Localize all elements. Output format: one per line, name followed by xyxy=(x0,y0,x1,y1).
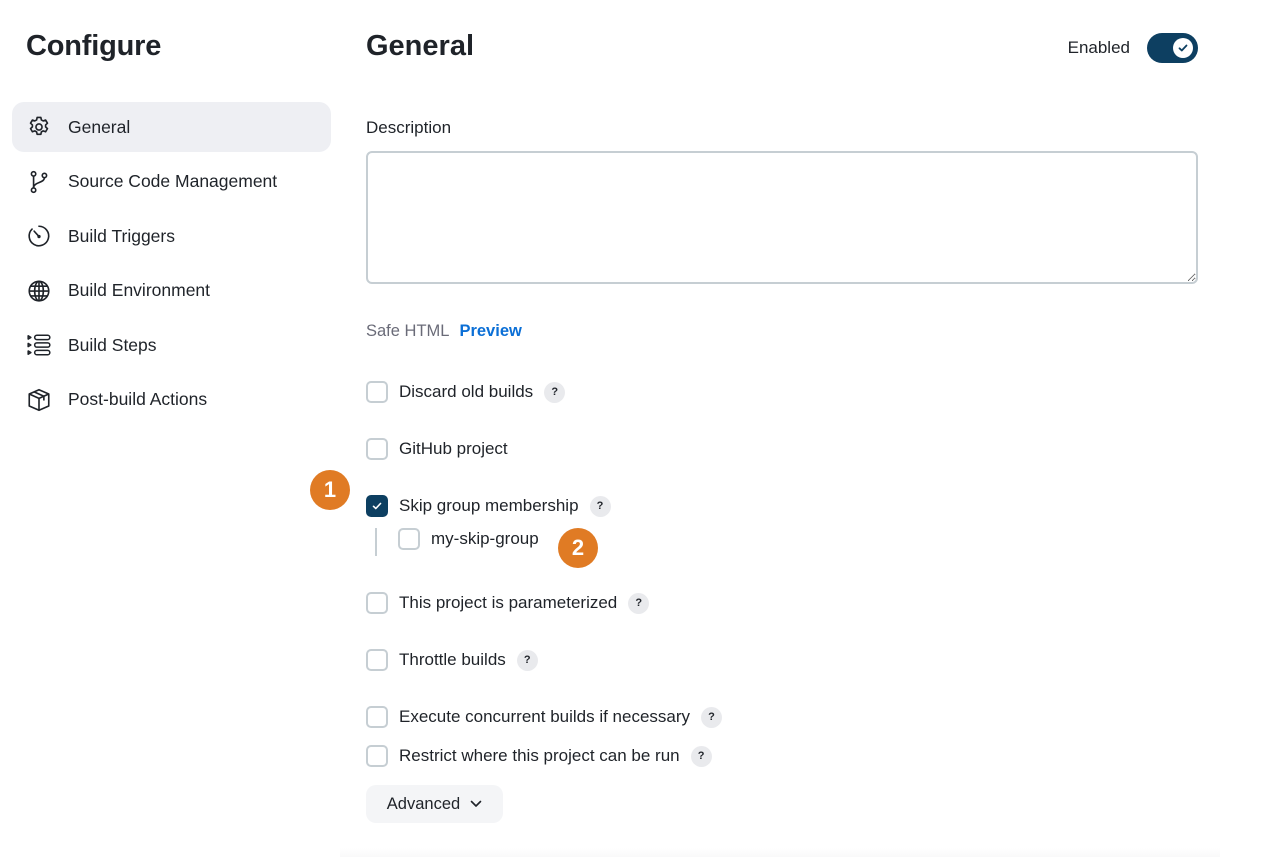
enabled-control: Enabled xyxy=(1068,33,1198,63)
globe-icon xyxy=(26,278,52,304)
skip-group-membership-checkbox[interactable] xyxy=(366,495,388,517)
option-concurrent-builds: Execute concurrent builds if necessary ? xyxy=(366,705,723,729)
list-steps-icon xyxy=(26,332,52,358)
option-discard-old-builds: Discard old builds ? xyxy=(366,380,566,404)
help-icon[interactable]: ? xyxy=(628,592,650,614)
description-label: Description xyxy=(366,118,452,137)
git-branch-icon xyxy=(26,169,52,195)
sidebar-item-general[interactable]: General xyxy=(12,102,331,152)
sidebar-title: Configure xyxy=(26,30,162,62)
package-icon xyxy=(26,387,52,413)
option-label[interactable]: Execute concurrent builds if necessary xyxy=(399,707,690,727)
help-icon[interactable]: ? xyxy=(544,381,566,403)
timer-icon xyxy=(26,223,52,249)
help-icon[interactable]: ? xyxy=(701,706,723,728)
help-icon[interactable]: ? xyxy=(589,495,611,517)
advanced-label: Advanced xyxy=(386,794,461,813)
toggle-knob xyxy=(1173,38,1193,58)
enabled-label: Enabled xyxy=(1067,38,1130,57)
help-icon[interactable]: ? xyxy=(690,745,712,767)
sidebar-item-label: General xyxy=(68,116,131,137)
github-project-checkbox[interactable] xyxy=(366,438,388,460)
option-label[interactable]: my-skip-group xyxy=(431,529,539,549)
help-icon[interactable]: ? xyxy=(516,649,538,671)
sidebar-nav: General Source Code Management Build Tri… xyxy=(12,102,331,429)
sidebar-item-label: Post-build Actions xyxy=(68,389,208,409)
option-my-skip-group: my-skip-group xyxy=(398,527,539,551)
nested-indent-line xyxy=(375,528,377,556)
option-label[interactable]: Discard old builds xyxy=(399,382,533,402)
sidebar-item-label: Source Code Management xyxy=(68,171,278,191)
sidebar-item-label: Build Triggers xyxy=(68,225,175,246)
sidebar-item-label: Build Environment xyxy=(68,280,211,300)
chevron-down-icon xyxy=(470,800,482,807)
description-textarea[interactable] xyxy=(366,151,1198,284)
sidebar-item-build-steps[interactable]: Build Steps xyxy=(12,320,331,370)
option-label[interactable]: GitHub project xyxy=(399,439,508,459)
option-label[interactable]: This project is parameterized xyxy=(399,593,617,613)
option-label[interactable]: Restrict where this project can be run xyxy=(399,746,680,766)
bottom-app-bar-edge xyxy=(340,848,1220,857)
configure-page: Configure General Source Code Management… xyxy=(0,0,1264,857)
safe-html-row: Safe HTML Preview xyxy=(366,322,522,341)
option-github-project: GitHub project xyxy=(366,437,508,461)
preview-link[interactable]: Preview xyxy=(459,322,521,341)
check-icon xyxy=(372,502,382,510)
gear-icon xyxy=(26,114,52,140)
sidebar-item-build-environment[interactable]: Build Environment xyxy=(12,266,331,316)
throttle-builds-checkbox[interactable] xyxy=(366,649,388,671)
discard-old-builds-checkbox[interactable] xyxy=(366,381,388,403)
advanced-button[interactable]: Advanced xyxy=(366,785,503,823)
enabled-toggle[interactable] xyxy=(1147,33,1198,63)
option-parameterized: This project is parameterized ? xyxy=(366,591,650,615)
parameterized-checkbox[interactable] xyxy=(366,592,388,614)
option-restrict-where-run: Restrict where this project can be run ? xyxy=(366,744,712,768)
page-title: General xyxy=(366,30,474,62)
sidebar-item-label: Build Steps xyxy=(68,334,157,355)
safe-html-label: Safe HTML xyxy=(366,322,450,340)
my-skip-group-checkbox[interactable] xyxy=(398,528,420,550)
restrict-where-run-checkbox[interactable] xyxy=(366,745,388,767)
sidebar-item-build-triggers[interactable]: Build Triggers xyxy=(12,211,331,261)
annotation-badge-1: 1 xyxy=(310,470,350,510)
concurrent-builds-checkbox[interactable] xyxy=(366,706,388,728)
option-skip-group-membership: Skip group membership ? xyxy=(366,494,611,518)
sidebar-item-source-code-management[interactable]: Source Code Management xyxy=(12,157,331,207)
option-label[interactable]: Throttle builds xyxy=(399,650,506,670)
sidebar-item-post-build-actions[interactable]: Post-build Actions xyxy=(12,375,331,425)
annotation-badge-2: 2 xyxy=(558,528,598,568)
option-label[interactable]: Skip group membership xyxy=(399,496,579,516)
option-throttle-builds: Throttle builds ? xyxy=(366,648,538,672)
check-icon xyxy=(1178,44,1188,52)
